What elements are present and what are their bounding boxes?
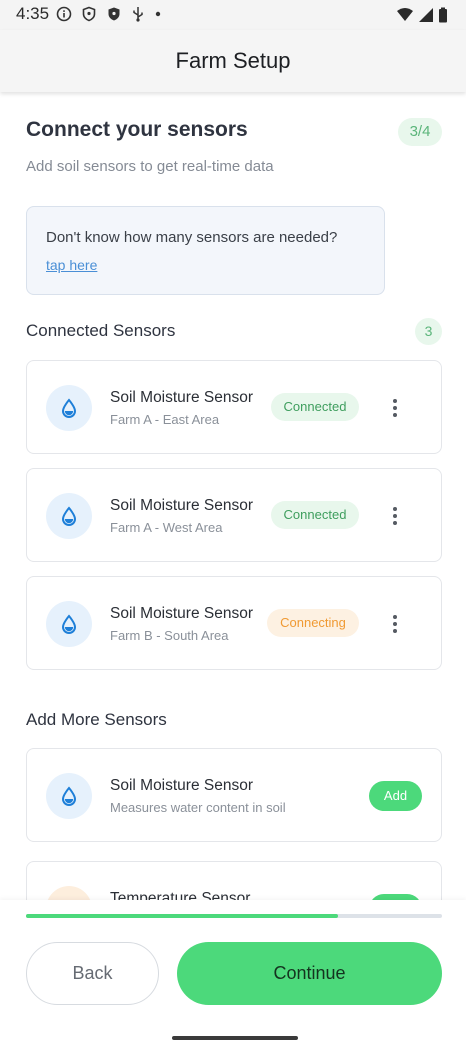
continue-button[interactable]: Continue <box>177 942 442 1005</box>
bottom-action-bar: Back Continue <box>0 900 466 1040</box>
connected-sensors-title: Connected Sensors <box>26 321 176 340</box>
battery-icon <box>438 7 448 28</box>
status-notification-icons <box>56 6 162 27</box>
add-sensors-title: Add More Sensors <box>26 710 167 729</box>
signal-icon <box>418 7 434 28</box>
section-subtitle: Add soil sensors to get real-time data <box>26 158 274 175</box>
connected-sensor-card[interactable]: Soil Moisture Sensor Farm B - South Area… <box>26 576 442 670</box>
sensor-location: Farm A - West Area <box>110 520 223 535</box>
home-indicator[interactable] <box>172 1036 298 1040</box>
usb-icon <box>131 6 145 27</box>
shield-filled-icon <box>106 6 122 27</box>
wifi-icon <box>396 7 414 28</box>
status-bar: 4:35 <box>0 0 466 30</box>
water-drop-icon <box>46 385 92 431</box>
sensor-name: Soil Moisture Sensor <box>110 605 254 622</box>
sensor-name: Soil Moisture Sensor <box>110 777 254 794</box>
connected-count-badge: 3 <box>415 318 442 345</box>
status-badge: Connected <box>271 393 359 421</box>
app-bar: Farm Setup <box>0 30 466 92</box>
more-options-icon[interactable] <box>387 505 403 527</box>
add-sensor-button[interactable]: Add <box>369 781 422 811</box>
setup-progress-bar <box>26 914 442 918</box>
page-title: Farm Setup <box>175 48 291 73</box>
back-button[interactable]: Back <box>26 942 159 1005</box>
status-badge: Connected <box>271 501 359 529</box>
step-badge: 3/4 <box>398 118 442 146</box>
sensor-location: Farm A - East Area <box>110 412 220 427</box>
water-drop-icon <box>46 493 92 539</box>
shield-outline-icon <box>81 6 97 27</box>
water-drop-icon <box>46 773 92 819</box>
dot-icon <box>154 6 162 27</box>
more-options-icon[interactable] <box>387 613 403 635</box>
water-drop-icon <box>46 601 92 647</box>
sensor-name: Soil Moisture Sensor <box>110 497 254 514</box>
more-options-icon[interactable] <box>387 397 403 419</box>
sensor-description: Measures water content in soil <box>110 800 286 815</box>
section-heading: Connect your sensors <box>26 118 248 141</box>
status-badge: Connecting <box>267 609 359 637</box>
help-info-box: Don't know how many sensors are needed? … <box>26 206 385 295</box>
help-text: Don't know how many sensors are needed? <box>46 229 338 246</box>
available-sensor-card: Soil Moisture Sensor Measures water cont… <box>26 748 442 842</box>
connected-sensor-card[interactable]: Soil Moisture Sensor Farm A - West Area … <box>26 468 442 562</box>
connected-sensor-card[interactable]: Soil Moisture Sensor Farm A - East Area … <box>26 360 442 454</box>
tap-here-link[interactable]: tap here <box>46 257 97 273</box>
sensor-location: Farm B - South Area <box>110 628 229 643</box>
sensor-name: Soil Moisture Sensor <box>110 389 254 406</box>
info-circle-icon <box>56 6 72 27</box>
setup-progress-fill <box>26 914 338 918</box>
status-system-icons <box>396 7 448 28</box>
status-time: 4:35 <box>16 4 50 23</box>
